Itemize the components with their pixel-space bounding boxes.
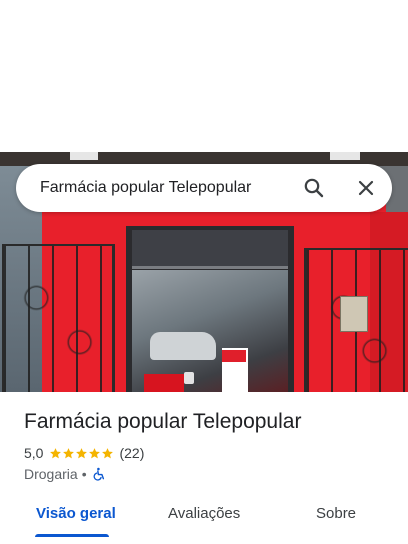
search-input[interactable]: Farmácia popular Telepopular bbox=[40, 179, 251, 197]
star-icon bbox=[76, 447, 88, 458]
electric-meter bbox=[340, 296, 368, 332]
category-row: Drogaria • bbox=[24, 465, 106, 483]
rating-row[interactable]: 5,0 (22) bbox=[24, 444, 144, 462]
wheelchair-icon bbox=[92, 467, 106, 481]
photo-pager-indicator[interactable] bbox=[184, 372, 194, 384]
ceiling-light bbox=[70, 152, 98, 160]
tab-overview[interactable]: Visão geral bbox=[36, 505, 116, 522]
star-icon bbox=[89, 447, 101, 458]
ceiling-light bbox=[330, 152, 360, 160]
place-tabs: Visão geral Avaliações Sobre bbox=[0, 496, 408, 544]
iron-gate-left bbox=[2, 244, 115, 392]
place-category[interactable]: Drogaria bbox=[24, 466, 78, 482]
search-icon[interactable] bbox=[302, 176, 326, 200]
tab-reviews[interactable]: Avaliações bbox=[168, 505, 240, 522]
separator-dot: • bbox=[81, 466, 87, 482]
close-icon[interactable] bbox=[354, 176, 378, 200]
rating-value: 5,0 bbox=[24, 445, 44, 461]
review-count[interactable]: (22) bbox=[119, 445, 144, 461]
blank-area bbox=[0, 0, 408, 152]
door-poster-label bbox=[222, 350, 246, 362]
place-title: Farmácia popular Telepopular bbox=[24, 410, 302, 433]
star-icon bbox=[102, 447, 114, 458]
red-object bbox=[144, 374, 184, 392]
star-icon bbox=[50, 447, 62, 458]
tab-about[interactable]: Sobre bbox=[316, 505, 356, 522]
star-rating bbox=[49, 447, 114, 460]
active-tab-indicator bbox=[35, 534, 109, 537]
door-top-panel bbox=[132, 230, 288, 269]
reflected-car bbox=[150, 332, 216, 360]
star-icon bbox=[63, 447, 75, 458]
search-bar[interactable]: Farmácia popular Telepopular bbox=[16, 164, 392, 212]
